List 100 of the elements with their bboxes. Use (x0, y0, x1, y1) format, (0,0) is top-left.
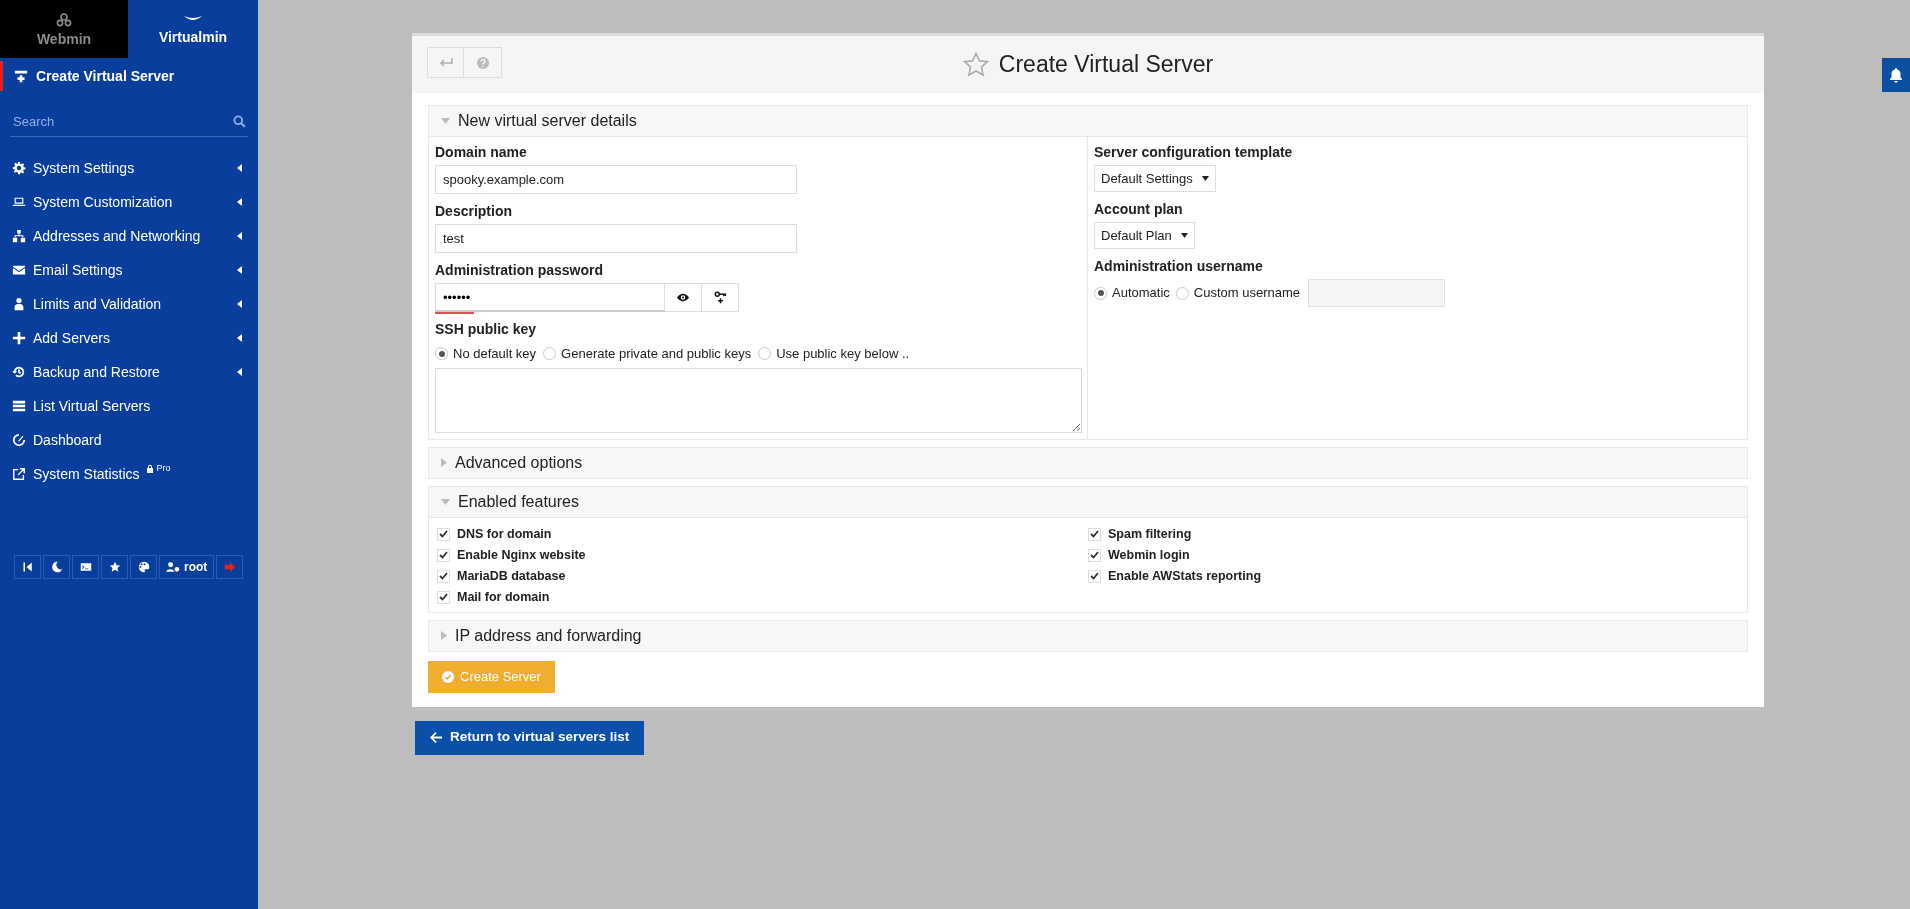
field-label: Administration username (1094, 257, 1264, 276)
sidebar-item[interactable]: Add Servers (0, 321, 258, 355)
current-page-link[interactable]: Create Virtual Server (0, 61, 258, 91)
field-label: SSH public key (435, 320, 538, 339)
checkbox-label: Mail for domain (457, 588, 550, 606)
domain-name-field[interactable]: spooky.example.com (435, 165, 797, 194)
section-header[interactable]: Enabled features (428, 485, 1748, 518)
key-plus-icon (713, 291, 727, 304)
checkbox[interactable] (1088, 569, 1101, 583)
laptop-icon (12, 195, 26, 209)
radio-button[interactable] (543, 347, 557, 361)
section-header[interactable]: New virtual server details (428, 105, 1748, 137)
radio-label: Automatic (1112, 284, 1170, 303)
check-icon (1090, 530, 1099, 538)
checkbox-label: DNS for domain (457, 525, 552, 543)
return-button[interactable]: Return to virtual servers list (415, 720, 645, 755)
check-icon (439, 530, 448, 538)
envelope-icon (12, 263, 26, 277)
toolbar-button[interactable] (72, 555, 99, 579)
section-header[interactable]: Advanced options (428, 446, 1748, 479)
caret-left-icon (237, 232, 242, 240)
checkbox-label: Webmin login (1108, 546, 1190, 564)
gauge-icon (12, 433, 26, 447)
caret-right-icon (441, 631, 447, 640)
radio-label: Custom username (1193, 284, 1301, 303)
moon-icon (50, 561, 63, 573)
notification-button[interactable] (1882, 58, 1910, 92)
caret-down-icon (1180, 233, 1188, 238)
radio-button[interactable] (1094, 286, 1107, 300)
caret-left-icon (237, 164, 242, 172)
dropdown[interactable]: Default Settings (1094, 165, 1216, 192)
sidebar-item[interactable]: System Statistics Pro (0, 457, 258, 491)
check-icon (439, 593, 448, 601)
generate-password-button[interactable] (702, 283, 739, 312)
lock-icon (145, 464, 154, 473)
external-link-icon (12, 467, 26, 481)
caret-left-icon (237, 368, 242, 376)
password-field[interactable]: •••••• (435, 283, 665, 312)
check-icon (1090, 572, 1099, 580)
radio-button[interactable] (1175, 286, 1189, 300)
check-icon (1090, 551, 1099, 559)
caret-left-icon (237, 300, 242, 308)
caret-left-icon (237, 266, 242, 274)
history-icon (12, 365, 26, 379)
sidebar-item[interactable]: Email Settings (0, 253, 258, 287)
sidebar-item[interactable]: List Virtual Servers (0, 389, 258, 423)
checkbox-label: Enable AWStats reporting (1108, 567, 1262, 585)
radio-label: Generate private and public keys (561, 345, 752, 363)
user-button[interactable]: root (159, 555, 215, 579)
dropdown[interactable]: Default Plan (1094, 222, 1195, 249)
sidebar-item[interactable]: System Settings (0, 151, 258, 185)
sign-out-icon (223, 561, 236, 573)
sidebar-item[interactable]: Backup and Restore (0, 355, 258, 389)
caret-down-icon (441, 118, 450, 124)
checkbox[interactable] (1088, 527, 1101, 541)
radio-button[interactable] (758, 347, 772, 361)
sidebar-item[interactable]: Limits and Validation (0, 287, 258, 321)
sidebar-item[interactable]: System Customization (0, 185, 258, 219)
toolbar-button[interactable] (43, 555, 70, 579)
check-circle-icon (442, 670, 454, 683)
field-label: Account plan (1094, 200, 1184, 219)
product-tab[interactable]: Webmin (0, 0, 128, 58)
sidebar-item[interactable]: Dashboard (0, 423, 258, 457)
palette-icon (137, 561, 150, 573)
caret-down-icon (441, 498, 450, 505)
toolbar-button[interactable] (101, 555, 128, 579)
network-icon (12, 229, 26, 243)
terminal-icon (79, 561, 92, 573)
show-password-button[interactable] (665, 283, 702, 312)
star-icon (108, 561, 121, 573)
eye-icon (677, 293, 689, 302)
server-list-icon (12, 399, 26, 413)
star-outline-icon (962, 52, 989, 77)
checkbox[interactable] (437, 590, 450, 604)
check-icon (439, 572, 448, 580)
field-label: Administration password (435, 261, 605, 280)
return-arrow-icon (438, 57, 453, 68)
question-icon (476, 56, 489, 69)
checkbox-label: Spam filtering (1108, 525, 1192, 543)
collapse-icon (21, 561, 34, 573)
checkbox[interactable] (437, 548, 450, 562)
page-title: Create Virtual Server (998, 50, 1214, 80)
checkbox[interactable] (1088, 548, 1101, 562)
checkbox-label: MariaDB database (457, 567, 566, 585)
description-field[interactable]: test (435, 224, 797, 253)
toolbar-button[interactable] (130, 555, 157, 579)
cluster-icon (56, 12, 72, 28)
sidebar-item[interactable]: Addresses and Networking (0, 219, 258, 253)
radio-button[interactable] (435, 347, 448, 361)
toolbar-button[interactable] (14, 555, 41, 579)
pro-label: Pro (156, 464, 171, 473)
checkbox[interactable] (437, 527, 450, 541)
plus-icon (12, 331, 26, 345)
search-field[interactable]: Search (10, 111, 233, 132)
caret-down-icon (1201, 176, 1209, 181)
bell-icon (1888, 67, 1904, 83)
user-gear-icon (166, 561, 180, 573)
checkbox[interactable] (437, 569, 450, 583)
section-header[interactable]: IP address and forwarding (428, 619, 1748, 652)
gear-icon (12, 161, 26, 175)
